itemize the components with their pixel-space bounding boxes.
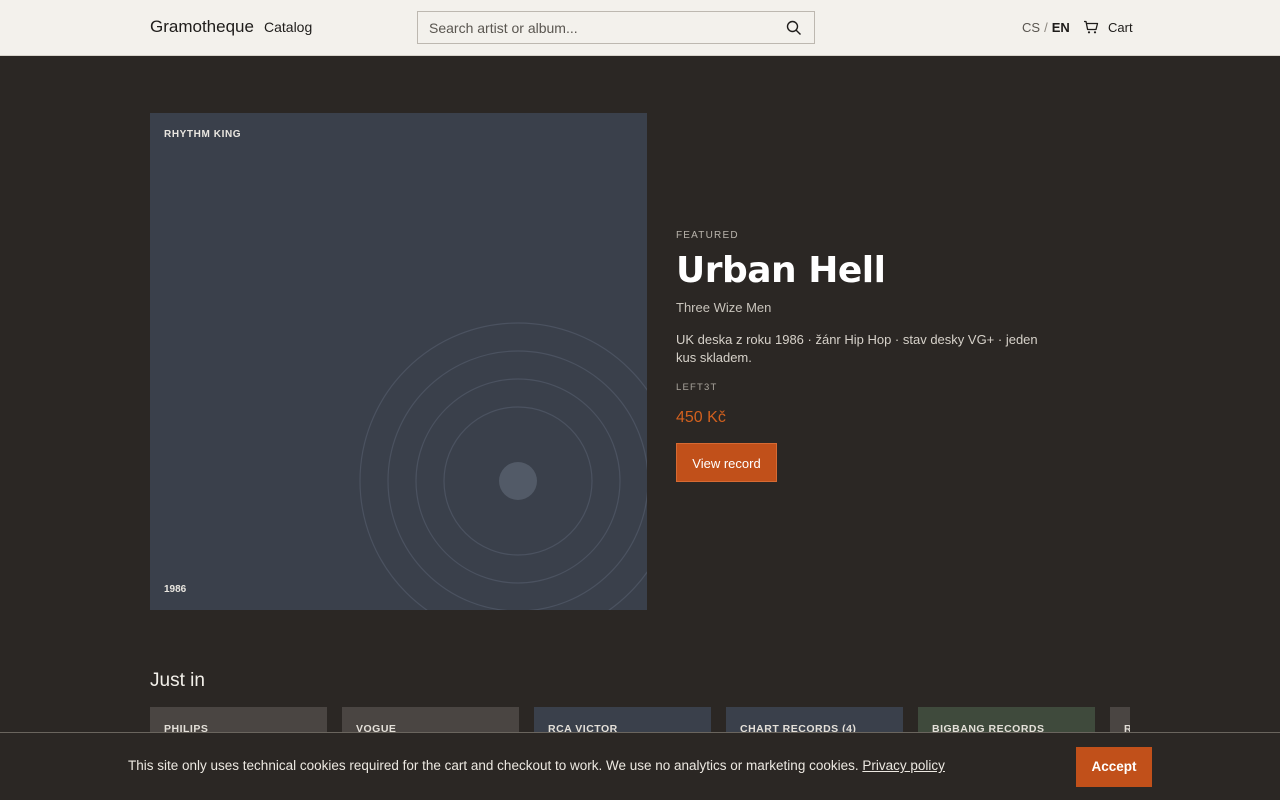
privacy-policy-link[interactable]: Privacy policy [862, 758, 945, 773]
featured-album-cover[interactable]: RHYTHM KING 1986 [150, 113, 647, 610]
vinyl-record-graphic [359, 322, 647, 610]
cart-link[interactable]: Cart [1083, 19, 1133, 35]
lang-en-option[interactable]: EN [1052, 20, 1070, 35]
cart-icon [1084, 20, 1099, 34]
album-description: UK deska z roku 1986 · žánr Hip Hop · st… [676, 332, 1038, 365]
artist-name: Three Wize Men [676, 300, 772, 315]
language-switcher: CS / EN [1022, 20, 1070, 35]
featured-details: FEATURED Urban Hell Three Wize Men UK de… [676, 230, 1056, 482]
accept-cookies-button[interactable]: Accept [1076, 747, 1152, 787]
album-title: Urban Hell [676, 250, 886, 291]
cookie-banner: This site only uses technical cookies re… [0, 732, 1280, 800]
catalog-number: LEFT3T [676, 382, 718, 393]
search-input[interactable] [429, 12, 779, 43]
lang-separator: / [1044, 20, 1048, 35]
brand-logo[interactable]: Gramotheque [150, 17, 254, 37]
cookie-text: This site only uses technical cookies re… [128, 758, 859, 773]
search-box[interactable] [417, 11, 815, 44]
price: 450 Kč [676, 409, 726, 426]
top-navigation-bar: Gramotheque Catalog CS / EN Cart [0, 0, 1280, 56]
cover-year: 1986 [164, 584, 187, 595]
nav-catalog-link[interactable]: Catalog [264, 19, 312, 35]
lang-cs-option[interactable]: CS [1022, 20, 1040, 35]
search-icon[interactable] [786, 20, 802, 36]
just-in-heading: Just in [150, 670, 205, 691]
cookie-message: This site only uses technical cookies re… [128, 758, 945, 773]
view-record-button[interactable]: View record [676, 443, 777, 482]
cart-label: Cart [1108, 19, 1133, 35]
featured-eyebrow: FEATURED [676, 230, 739, 241]
cover-label: RHYTHM KING [164, 129, 242, 140]
